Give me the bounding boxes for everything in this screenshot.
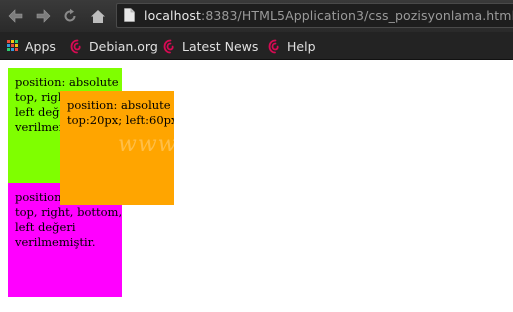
home-icon[interactable] — [90, 8, 106, 24]
page-viewport: position: absolute top, right, bottom, l… — [0, 60, 513, 312]
debian-swirl-icon — [163, 39, 176, 54]
orange-offset-box: position: absolute top:20px; left:60px; — [60, 91, 174, 205]
bookmark-debian-org[interactable]: Debian.org — [70, 37, 158, 55]
bookmark-label: Help — [287, 38, 316, 54]
browser-toolbar: localhost:8383/HTML5Application3/css_poz… — [0, 0, 513, 32]
url-host: localhost — [144, 8, 202, 23]
page-icon — [124, 8, 135, 22]
bookmark-apps[interactable]: Apps — [7, 37, 56, 55]
forward-icon[interactable] — [35, 8, 51, 24]
box-text-line: top, right, bottom, — [15, 205, 122, 219]
bookmark-help[interactable]: Help — [268, 37, 316, 55]
box-text-line: top:20px; left:60px; — [67, 113, 174, 127]
debian-swirl-icon — [268, 39, 281, 54]
bookmark-label: Apps — [25, 38, 56, 54]
box-text-line: verilmemiştir. — [15, 235, 96, 249]
box-text-line: left değeri — [15, 220, 76, 234]
back-icon[interactable] — [8, 8, 24, 24]
bookmark-label: Debian.org — [89, 38, 158, 54]
url-path: :8383/HTML5Application3/css_pozisyonlama… — [201, 8, 513, 23]
bookmarks-bar: Apps Debian.org Latest News Help — [0, 32, 513, 60]
bookmark-label: Latest News — [182, 38, 259, 54]
address-bar[interactable]: localhost:8383/HTML5Application3/css_poz… — [116, 3, 513, 28]
reload-icon[interactable] — [62, 8, 78, 24]
url-text: localhost:8383/HTML5Application3/css_poz… — [144, 7, 513, 24]
apps-grid-icon — [7, 40, 19, 52]
debian-swirl-icon — [70, 39, 83, 54]
box-text-line: position: absolute — [67, 98, 171, 112]
box-text-line: position: absolute — [15, 75, 119, 89]
bookmark-latest-news[interactable]: Latest News — [163, 37, 258, 55]
